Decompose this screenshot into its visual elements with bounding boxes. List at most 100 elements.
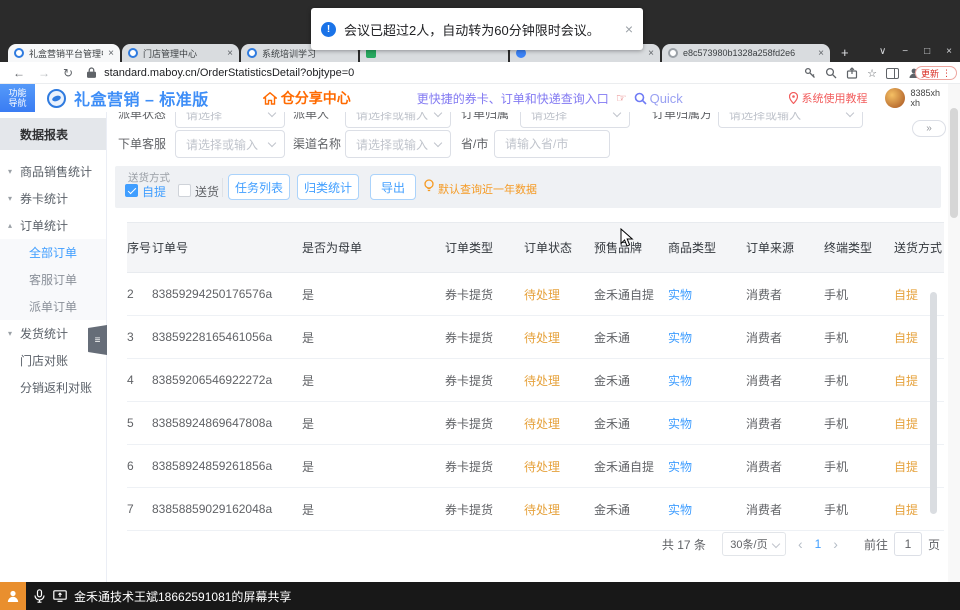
screen-share-bar: 金禾通技术王斌18662591081的屏幕共享 — [0, 582, 960, 610]
cell-product-type[interactable]: 实物 — [668, 445, 746, 488]
sidebar-item-dispatch-orders[interactable]: 派单订单 — [0, 293, 106, 320]
burger-icon: ≡ — [95, 335, 101, 346]
lock-icon — [87, 67, 96, 78]
sidebar-item-all-orders[interactable]: 全部订单 — [0, 239, 106, 266]
browser-tab-hash[interactable]: e8c573980b1328a258fd2e6 × — [662, 44, 830, 62]
zoom-icon[interactable] — [825, 67, 837, 79]
table-row[interactable]: 4 83859206546922272a 是 券卡提货 待处理 金禾通 实物 消… — [127, 359, 944, 402]
sidebar-item-label: 客服订单 — [29, 271, 77, 288]
toast-message: 会议已超过2人，自动转为60分钟限时会议。 — [344, 20, 600, 39]
cell-terminal-type: 手机 — [824, 273, 894, 316]
cell-terminal-type: 手机 — [824, 359, 894, 402]
tab-close-icon[interactable]: × — [648, 48, 654, 59]
browser-tab-admin-center[interactable]: 礼盒营销平台管理中心 × — [8, 44, 120, 62]
cell-order-no: 83858859029162048a — [152, 488, 302, 531]
tab-title: 门店管理中心 — [143, 47, 222, 60]
sidebar-item-label: 门店对账 — [20, 352, 68, 369]
microphone-icon[interactable] — [34, 589, 45, 603]
current-page[interactable]: 1 — [815, 537, 822, 551]
expand-filters-button[interactable]: » — [912, 120, 946, 137]
share-center-link[interactable]: 仓分享中心 — [263, 88, 351, 108]
pickup-checkbox[interactable] — [125, 184, 138, 197]
tutorial-label: 系统使用教程 — [801, 90, 867, 106]
screen-share-text: 金禾通技术王斌18662591081的屏幕共享 — [74, 588, 291, 605]
sidebar-item-order-stats[interactable]: ▴ 订单统计 — [0, 212, 106, 239]
cell-product-type[interactable]: 实物 — [668, 273, 746, 316]
tab-title: 礼盒营销平台管理中心 — [29, 47, 103, 60]
sidebar-item-rebate-reconcile[interactable]: 分销返利对账 — [0, 374, 106, 401]
back-icon[interactable]: ← — [13, 62, 25, 84]
forward-icon[interactable]: → — [38, 62, 50, 84]
sidebar-item-product-sales[interactable]: ▾ 商品销售统计 — [0, 158, 106, 185]
prev-page-button[interactable]: ‹ — [798, 536, 803, 552]
sidebar-item-coupon-stats[interactable]: ▾ 券卡统计 — [0, 185, 106, 212]
reload-icon[interactable]: ↻ — [63, 62, 73, 84]
quick-label[interactable]: Quick — [650, 91, 683, 106]
side-panel-icon[interactable] — [886, 68, 899, 79]
sidebar-collapse-handle[interactable]: ≡ — [88, 325, 107, 355]
cell-order-no: 83859294250176576a — [152, 273, 302, 316]
window-close-button[interactable]: × — [946, 44, 952, 60]
next-page-button[interactable]: › — [833, 536, 838, 552]
cell-terminal-type: 手机 — [824, 488, 894, 531]
cell-is-parent: 是 — [302, 445, 445, 488]
quick-entry-link[interactable]: 更快捷的券卡、订单和快递查询入口 — [417, 90, 609, 107]
browser-tab-store-center[interactable]: 门店管理中心 × — [122, 44, 239, 62]
share-icon[interactable] — [846, 67, 858, 79]
table-row[interactable]: 2 83859294250176576a 是 券卡提货 待处理 金禾通自提 实物… — [127, 273, 944, 316]
function-nav-button[interactable]: 功能 导航 — [0, 84, 35, 112]
col-terminal-type: 终端类型 — [824, 223, 894, 273]
export-button[interactable]: 导出 — [370, 174, 416, 200]
table-row[interactable]: 3 83859228165461056a 是 券卡提货 待处理 金禾通 实物 消… — [127, 316, 944, 359]
divider — [222, 178, 223, 197]
user-avatar[interactable] — [885, 88, 905, 108]
task-list-button[interactable]: 任务列表 — [228, 174, 290, 200]
tab-search-chevron-icon[interactable]: ∨ — [879, 44, 886, 60]
tab-close-icon[interactable]: × — [227, 48, 233, 59]
new-tab-button[interactable]: + — [841, 44, 849, 62]
minimize-button[interactable]: − — [902, 44, 908, 60]
cell-presale-brand: 金禾通 — [594, 488, 668, 531]
cell-terminal-type: 手机 — [824, 402, 894, 445]
nav-line1: 功能 — [8, 88, 26, 98]
tutorial-link[interactable]: 系统使用教程 — [789, 90, 867, 106]
sidebar-item-label: 分销返利对账 — [20, 379, 92, 396]
group-stats-button[interactable]: 归类统计 — [297, 174, 359, 200]
table-row[interactable]: 6 83858924859261856a 是 券卡提货 待处理 金禾通自提 实物… — [127, 445, 944, 488]
cell-product-type[interactable]: 实物 — [668, 359, 746, 402]
delivery-checkbox[interactable] — [178, 184, 191, 197]
col-delivery-method: 送货方式 — [894, 223, 944, 273]
screen-share-icon[interactable] — [53, 590, 67, 602]
quick-search-icon[interactable] — [634, 92, 647, 105]
url-text[interactable]: standard.maboy.cn/OrderStatisticsDetail?… — [104, 67, 354, 79]
page-scrollbar-thumb[interactable] — [950, 108, 958, 218]
filter-label-service-agent: 下单客服 — [118, 130, 166, 158]
province-city-input[interactable] — [494, 130, 610, 158]
channel-name-select[interactable]: 请选择或输入 — [345, 130, 451, 158]
orders-table-wrap: 序号 订单号 是否为母单 订单类型 订单状态 预售品牌 商品类型 订单来源 终端… — [107, 222, 948, 536]
chrome-update-button[interactable]: 更新 ⋮ — [915, 66, 957, 80]
tab-close-icon[interactable]: × — [108, 48, 114, 59]
page-scrollbar[interactable] — [948, 84, 960, 582]
key-icon[interactable] — [804, 67, 816, 79]
table-row[interactable]: 5 83858924869647808a 是 券卡提货 待处理 金禾通 实物 消… — [127, 402, 944, 445]
delivery-checkbox-label[interactable]: 送货 — [195, 183, 219, 200]
goto-page-input[interactable] — [894, 532, 922, 556]
table-scrollbar-thumb[interactable] — [930, 292, 937, 514]
table-row[interactable]: 7 83858859029162048a 是 券卡提货 待处理 金禾通 实物 消… — [127, 488, 944, 531]
cell-product-type[interactable]: 实物 — [668, 488, 746, 531]
sidebar-item-service-orders[interactable]: 客服订单 — [0, 266, 106, 293]
maximize-button[interactable]: □ — [924, 44, 930, 60]
page-size-select[interactable]: 30条/页 — [722, 532, 786, 556]
double-chevron-icon: » — [926, 123, 932, 134]
toolbar-band: 送货方式 自提 送货 任务列表 归类统计 导出 默认查询近一年数据 — [115, 166, 941, 208]
pickup-checkbox-label[interactable]: 自提 — [142, 183, 166, 200]
nav-line2: 导航 — [8, 98, 26, 108]
cell-product-type[interactable]: 实物 — [668, 402, 746, 445]
toast-close-icon[interactable]: × — [625, 21, 633, 37]
tab-close-icon[interactable]: × — [818, 48, 824, 59]
service-agent-select[interactable]: 请选择或输入 — [175, 130, 285, 158]
cell-product-type[interactable]: 实物 — [668, 316, 746, 359]
bookmark-star-icon[interactable]: ☆ — [867, 67, 877, 80]
col-product-type: 商品类型 — [668, 223, 746, 273]
